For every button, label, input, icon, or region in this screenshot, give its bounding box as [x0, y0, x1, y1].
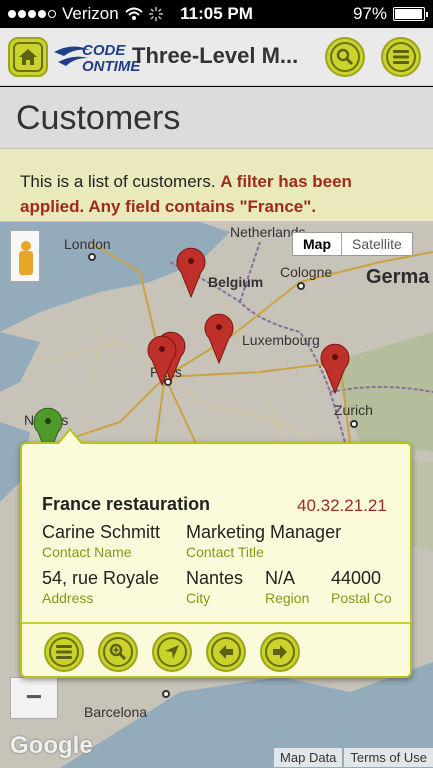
map-label-germany: Germa: [366, 266, 430, 288]
info-text: This is a list of customers.: [20, 172, 216, 191]
city-marker-london: [88, 253, 96, 261]
app-title: Three-Level M...: [132, 43, 299, 68]
map-label-barcelona: Barcelona: [84, 704, 148, 720]
popup-toolbar: [22, 622, 410, 678]
phone-number[interactable]: 40.32.21.21: [297, 496, 387, 516]
battery-percent: 97%: [352, 4, 387, 23]
city-marker-zurich: [350, 420, 358, 428]
map-footer: Map Data Terms of Use: [272, 748, 433, 767]
map-type-map-button[interactable]: Map: [293, 233, 342, 255]
google-logo: Google: [10, 732, 93, 759]
page-title-bar: Customers: [0, 87, 433, 149]
street-view-pegman-icon[interactable]: [10, 230, 40, 282]
city-value: Nantes: [186, 568, 244, 588]
popup-zoom-button[interactable]: [98, 632, 138, 672]
filter-info-bar: This is a list of customers. A filter ha…: [0, 149, 433, 222]
terms-of-use-link[interactable]: Terms of Use: [344, 748, 433, 767]
popup-previous-button[interactable]: [206, 632, 246, 672]
company-name: France restauration: [42, 494, 211, 514]
hamburger-icon: [56, 645, 72, 659]
popup-menu-button[interactable]: [44, 632, 84, 672]
status-bar: Verizon 11:05 PM 97%: [0, 0, 433, 28]
map-pin-red-icon[interactable]: [320, 342, 350, 394]
region-label: Region: [265, 590, 310, 606]
app-header: CODE ONTIME Three-Level M...: [0, 28, 433, 86]
postal-code-value: 44000: [331, 568, 382, 588]
city-label: City: [186, 590, 211, 606]
popup-next-button[interactable]: [260, 632, 300, 672]
popup-directions-button[interactable]: [152, 632, 192, 672]
arrow-right-icon: [273, 645, 287, 659]
map-pin-red-icon[interactable]: [176, 246, 206, 298]
map-label-belgium: Belgium: [208, 274, 264, 290]
map-label-luxembourg: Luxembourg: [242, 332, 320, 348]
navigation-arrow-icon: [165, 645, 179, 659]
city-marker-cologne: [297, 282, 305, 290]
map-label-zurich: Zurich: [334, 402, 373, 418]
logo-code-text: CODE: [82, 42, 126, 59]
contact-name-value: Carine Schmitt: [42, 522, 161, 542]
map-label-cologne: Cologne: [280, 264, 333, 280]
battery-icon: [393, 7, 428, 21]
home-icon: [19, 49, 37, 65]
customer-info-popup: France restauration 40.32.21.21 Carine S…: [20, 428, 412, 678]
postal-code-label: Postal Co: [331, 590, 392, 606]
map-label-london: London: [64, 236, 111, 252]
map-pin-red-icon[interactable]: [147, 334, 177, 386]
search-button[interactable]: [325, 37, 365, 77]
contact-title-label: Contact Title: [186, 544, 264, 560]
map-type-control: Map Satellite: [292, 232, 413, 256]
region-value: N/A: [265, 568, 296, 588]
search-icon: [336, 48, 354, 66]
zoom-in-icon: [109, 643, 127, 661]
arrow-left-icon: [219, 645, 233, 659]
hamburger-icon: [393, 50, 409, 64]
address-label: Address: [42, 590, 94, 606]
contact-name-label: Contact Name: [42, 544, 132, 560]
home-button[interactable]: [8, 37, 48, 77]
address-value: 54, rue Royale: [42, 568, 160, 588]
code-ontime-logo: CODE ONTIME: [52, 40, 140, 76]
menu-button[interactable]: [381, 37, 421, 77]
page-title: Customers: [16, 99, 181, 137]
map-pin-red-icon[interactable]: [204, 312, 234, 364]
city-marker-barcelona: [162, 690, 170, 698]
map-data-link[interactable]: Map Data: [274, 748, 343, 767]
contact-title-value: Marketing Manager: [186, 522, 342, 542]
zoom-out-button[interactable]: −: [10, 677, 58, 719]
map-type-satellite-button[interactable]: Satellite: [342, 233, 412, 255]
